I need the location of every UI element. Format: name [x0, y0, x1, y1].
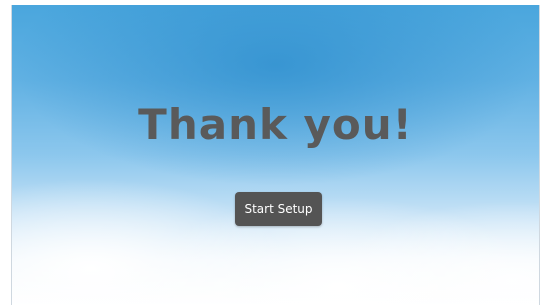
- start-setup-button[interactable]: Start Setup: [235, 192, 322, 226]
- thank-you-title: Thank you!: [138, 100, 413, 149]
- setup-screen: Thank you! Start Setup: [11, 5, 540, 305]
